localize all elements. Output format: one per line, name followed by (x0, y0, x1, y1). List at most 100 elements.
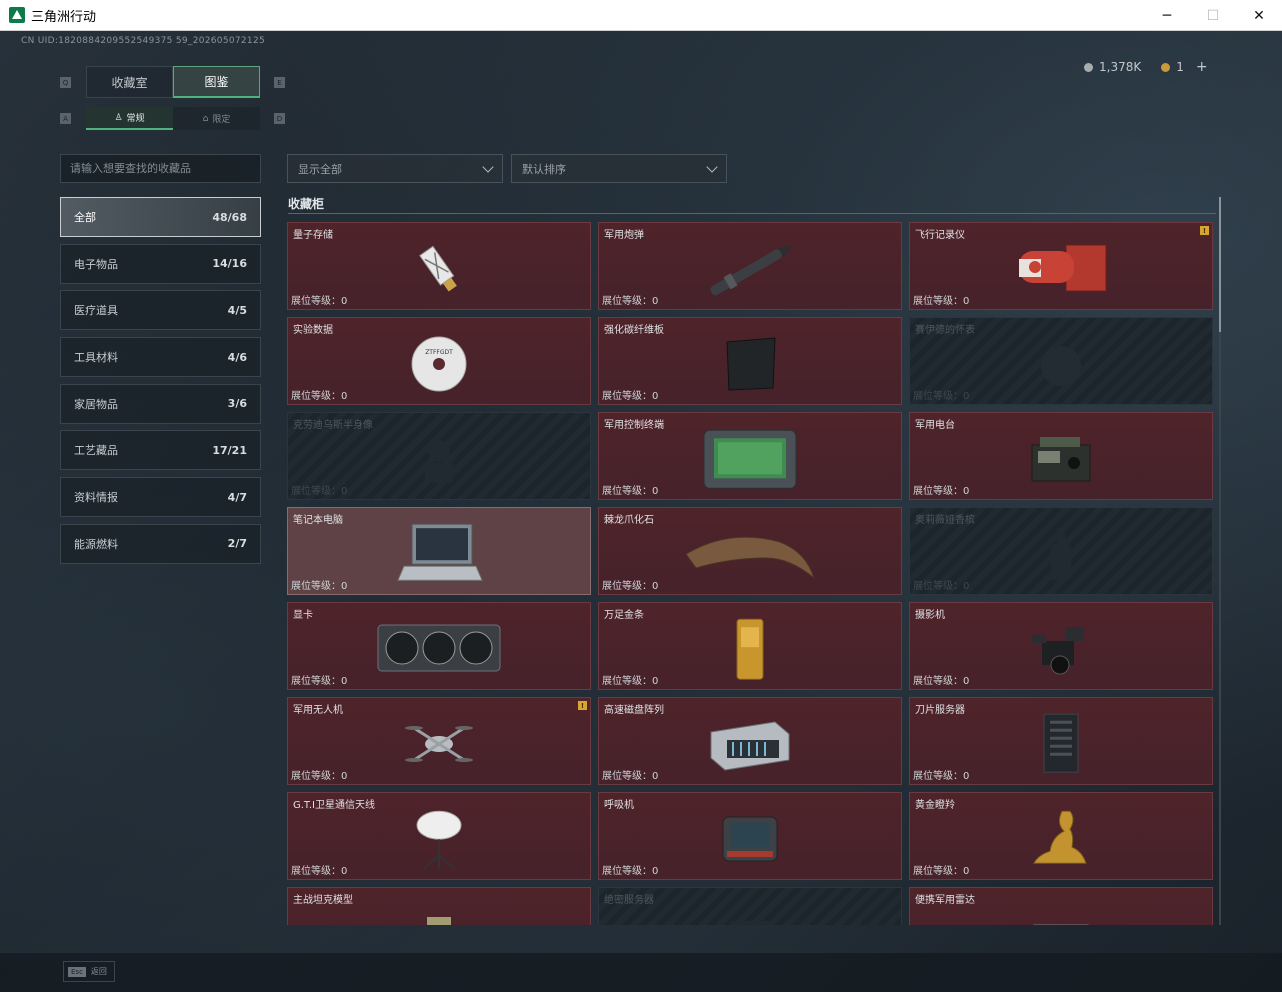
category-item[interactable]: 工艺藏品 17/21 (60, 430, 261, 471)
item-name: 实验数据 (293, 325, 333, 336)
collection-card[interactable]: 实验数据 ZTFFGDT 展位等级：0 (287, 317, 591, 405)
item-name: 主战坦克模型 (293, 895, 353, 906)
collection-card[interactable]: 军用无人机 展位等级：0! (287, 697, 591, 785)
blade-server-icon (1036, 712, 1086, 776)
category-item[interactable]: 资料情报 4/7 (60, 477, 261, 518)
camera-icon (1026, 619, 1096, 679)
collection-card[interactable]: G.T.I卫星通信天线 展位等级：0 (287, 792, 591, 880)
collection-card[interactable]: 笔记本电脑 展位等级：0 (287, 507, 591, 595)
disc-icon: ZTFFGDT (409, 334, 469, 394)
display-level: 展位等级：0 (602, 581, 659, 592)
display-level: 展位等级：0 (291, 581, 348, 592)
category-item[interactable]: 工具材料 4/6 (60, 337, 261, 378)
collection-card[interactable]: 军用炮弹 展位等级：0 (598, 222, 902, 310)
collection-card[interactable]: 刀片服务器 展位等级：0 (909, 697, 1213, 785)
key-hint-e: E (274, 77, 285, 88)
key-hint-q: Q (60, 77, 71, 88)
display-filter-dropdown[interactable]: 显示全部 (287, 154, 503, 183)
category-item[interactable]: 电子物品 14/16 (60, 243, 261, 284)
add-currency-button[interactable]: + (1196, 59, 1208, 75)
carbon-plate-icon (715, 334, 785, 394)
search-input[interactable] (60, 154, 261, 183)
item-name: 军用控制终端 (604, 420, 664, 431)
sub-tabs: ♙ 常规 ⌂ 限定 (86, 107, 260, 130)
window-controls: ─ ☐ ✕ (1144, 0, 1282, 31)
back-button[interactable]: Esc 返回 (63, 961, 115, 982)
collection-card[interactable]: 赛伊德的怀表 展位等级：0 (909, 317, 1213, 405)
flight-recorder-icon (1011, 239, 1111, 299)
item-name: 奥莉薇娅香槟 (915, 515, 975, 526)
collection-card[interactable]: 克劳迪乌斯半身像 展位等级：0 (287, 412, 591, 500)
bottom-bar (0, 953, 1282, 992)
subtab-limited[interactable]: ⌂ 限定 (173, 107, 260, 130)
collection-card[interactable]: 飞行记录仪 展位等级：0! (909, 222, 1213, 310)
collection-card[interactable]: 摄影机 展位等级：0 (909, 602, 1213, 690)
svg-text:ZTFFGDT: ZTFFGDT (425, 349, 453, 356)
minimize-button[interactable]: ─ (1144, 0, 1190, 31)
tank-model-icon (409, 913, 469, 925)
sort-dropdown[interactable]: 默认排序 (511, 154, 727, 183)
category-count: 17/21 (212, 443, 247, 457)
collection-card[interactable]: 量子存储 展位等级：0 (287, 222, 591, 310)
category-item[interactable]: 家居物品 3/6 (60, 383, 261, 424)
collection-card[interactable]: 便携军用雷达展位等级：0 (909, 887, 1213, 925)
collection-card[interactable]: 万足金条展位等级：0 (598, 602, 902, 690)
collection-grid-viewport[interactable]: 量子存储 展位等级：0 军用炮弹 展位等级：0 飞行记录仪 展位等级：0! 实验数据 ZTFF… (287, 222, 1216, 925)
display-level: 展位等级：0 (602, 676, 659, 687)
close-button[interactable]: ✕ (1236, 0, 1282, 31)
item-name: 万足金条 (604, 610, 644, 621)
collection-card[interactable]: 呼吸机 展位等级：0 (598, 792, 902, 880)
silver-coin-icon (1084, 62, 1093, 72)
section-divider (288, 213, 1216, 214)
collection-card[interactable]: 显卡 展位等级：0 (287, 602, 591, 690)
item-name: 棘龙爪化石 (604, 515, 654, 526)
category-item[interactable]: 医疗道具 4/5 (60, 290, 261, 331)
collection-card[interactable]: 军用电台 展位等级：0 (909, 412, 1213, 500)
subtab-regular[interactable]: ♙ 常规 (86, 107, 173, 130)
maximize-button[interactable]: ☐ (1190, 0, 1236, 31)
claw-fossil-icon (680, 524, 820, 584)
tab-catalog[interactable]: 图鉴 (173, 66, 260, 98)
display-level: 展位等级：0 (602, 391, 659, 402)
collection-grid: 量子存储 展位等级：0 军用炮弹 展位等级：0 飞行记录仪 展位等级：0! 实验数据 ZTFF… (287, 222, 1216, 925)
collection-card[interactable]: 强化碳纤维板 展位等级：0 (598, 317, 902, 405)
window-titlebar: 三角洲行动 ─ ☐ ✕ (0, 0, 1282, 31)
category-item[interactable]: 能源燃料 2/7 (60, 523, 261, 564)
silver-amount: 1,378K (1099, 60, 1142, 74)
collection-card[interactable]: 军用控制终端 展位等级：0 (598, 412, 902, 500)
item-name: 军用无人机 (293, 705, 343, 716)
display-level: 展位等级：0 (602, 296, 659, 307)
satellite-dish-icon (409, 807, 469, 871)
radio-icon (1026, 429, 1096, 489)
gold-amount: 1 (1176, 60, 1184, 74)
collection-card[interactable]: 黄金瞪羚 展位等级：0 (909, 792, 1213, 880)
ventilator-icon (715, 809, 785, 869)
drone-icon (404, 714, 474, 774)
collection-card[interactable]: 绝密服务器展位等级：0 (598, 887, 902, 925)
tab-collection-room[interactable]: 收藏室 (86, 66, 173, 98)
item-name: 刀片服务器 (915, 705, 965, 716)
key-hint-d: D (274, 113, 285, 124)
item-name: G.T.I卫星通信天线 (293, 800, 375, 811)
gold-coin-icon (1161, 62, 1171, 72)
display-level: 展位等级：0 (291, 391, 348, 402)
category-count: 48/68 (212, 210, 247, 224)
category-label: 资料情报 (74, 491, 118, 505)
category-label: 全部 (74, 211, 96, 224)
item-name: 军用电台 (915, 420, 955, 431)
scrollbar-thumb[interactable] (1219, 197, 1221, 332)
category-count: 2/7 (227, 537, 247, 551)
usb-drive-icon (409, 239, 469, 299)
collection-card[interactable]: 主战坦克模型展位等级：0 (287, 887, 591, 925)
display-level: 展位等级：0 (913, 676, 970, 687)
key-hint-a: A (60, 113, 71, 124)
item-name: 呼吸机 (604, 800, 634, 811)
category-item[interactable]: 全部 48/68 (60, 197, 261, 237)
item-name: 强化碳纤维板 (604, 325, 664, 336)
collection-card[interactable]: 高速磁盘阵列 展位等级：0 (598, 697, 902, 785)
collection-card[interactable]: 棘龙爪化石展位等级：0 (598, 507, 902, 595)
collection-card[interactable]: 奥莉薇娅香槟 展位等级：0 (909, 507, 1213, 595)
item-name: 黄金瞪羚 (915, 800, 955, 811)
category-count: 4/5 (227, 303, 247, 317)
radar-icon (1026, 913, 1096, 925)
